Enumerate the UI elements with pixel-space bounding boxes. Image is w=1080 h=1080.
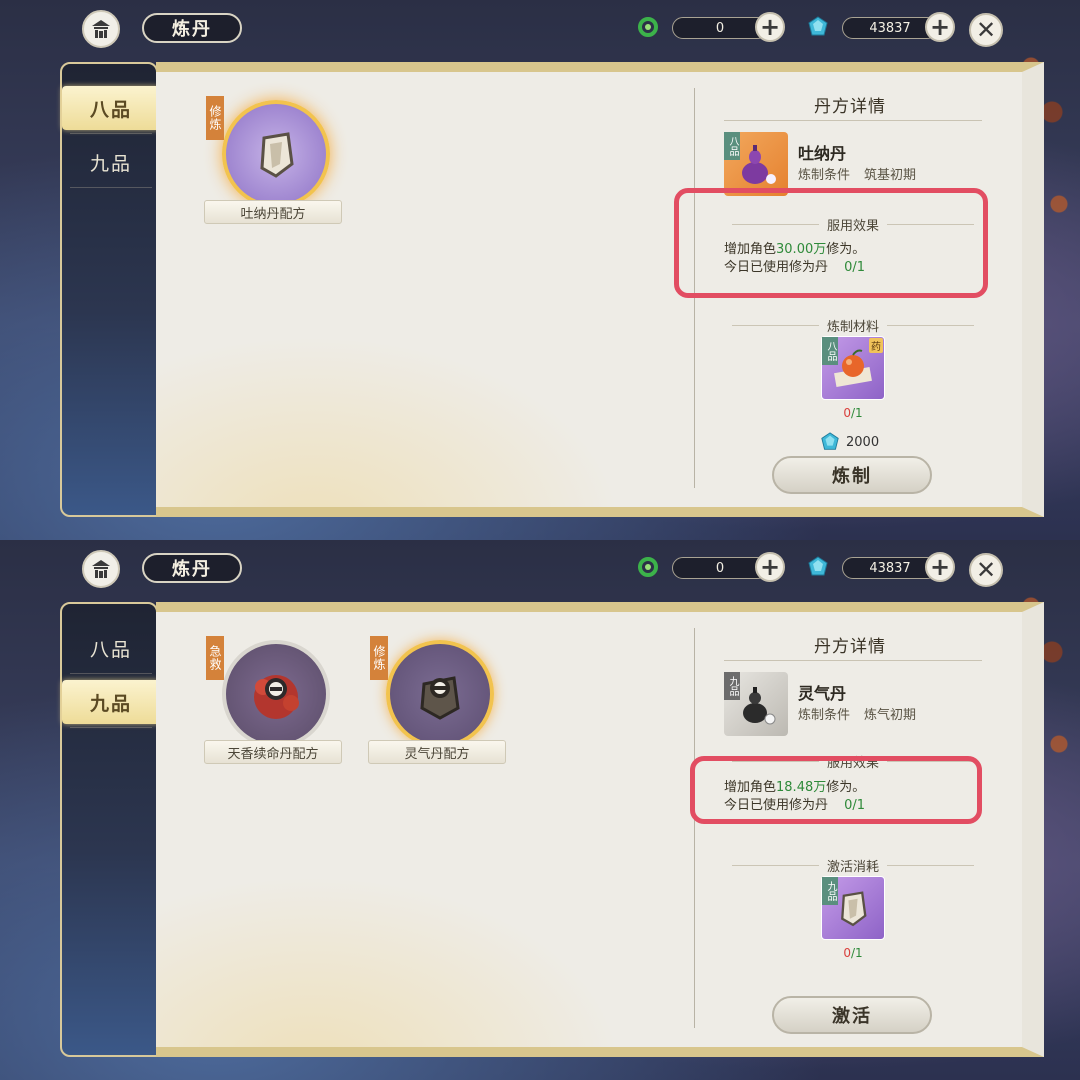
grade-tab-panel: 八品 九品 (60, 602, 160, 1057)
panel-divider (694, 628, 695, 1028)
tab-grade9[interactable]: 九品 (62, 680, 160, 724)
add-jade-button[interactable]: + (755, 12, 785, 42)
crystal-counter: 43837 (842, 557, 938, 579)
page-title: 炼丹 (142, 13, 242, 43)
red-bundle-icon (254, 675, 299, 719)
item-name: 灵气丹 (798, 684, 847, 703)
recipe-category-tag: 修炼 (370, 636, 388, 680)
grade-badge: 九品 (724, 672, 740, 700)
item-icon[interactable]: 九品 (724, 672, 788, 736)
background-swirl (156, 302, 676, 507)
material-count: 0/1 (821, 406, 885, 420)
refine-condition-label: 炼制条件 (798, 708, 851, 723)
activation-cost-header: 激活消耗 (724, 856, 982, 875)
crystal-cost: 2000 (820, 432, 879, 452)
detail-title: 丹方详情 (814, 637, 886, 657)
material-count: 0/1 (821, 946, 885, 960)
jade-counter: 0 (672, 17, 768, 39)
jade-ring-icon (638, 557, 658, 577)
grade-badge: 八品 (724, 132, 740, 160)
home-icon (92, 560, 110, 578)
activate-button[interactable]: 激活 (772, 996, 932, 1034)
add-jade-button[interactable]: + (755, 552, 785, 582)
material-have: 0 (843, 946, 851, 960)
tab-divider (70, 673, 152, 674)
tab-divider (70, 727, 152, 728)
refine-button[interactable]: 炼制 (772, 456, 932, 494)
tab-grade9[interactable]: 九品 (62, 140, 160, 184)
recipe-category-tag: 急救 (206, 636, 224, 680)
refine-condition: 炼制条件 筑基初期 (798, 164, 930, 183)
tab-grade8[interactable]: 八品 (62, 626, 160, 670)
alchemy-screen-grade9: 炼丹 0 + 43837 + ✕ 八品 九品 急救 天香续命丹配方 修炼 灵气丹… (0, 540, 1080, 1080)
material-grade-badge: 八品 (822, 337, 838, 365)
add-crystal-button[interactable]: + (925, 552, 955, 582)
recipe-label: 吐纳丹配方 (204, 200, 342, 224)
refine-condition: 炼制条件 炼气初期 (798, 704, 930, 723)
detail-title-underline (724, 660, 982, 661)
close-button[interactable]: ✕ (969, 13, 1003, 47)
tab-grade8[interactable]: 八品 (62, 86, 160, 130)
jade-counter: 0 (672, 557, 768, 579)
material-need: /1 (850, 406, 863, 420)
close-icon: ✕ (975, 556, 997, 584)
material-have: 0 (843, 406, 851, 420)
scroll-icon (260, 132, 294, 178)
tab-divider (70, 133, 152, 134)
alchemy-screen-grade8: 炼丹 0 + 43837 + ✕ 八品 九品 修炼 吐纳丹配方 丹方详情 八品 … (0, 0, 1080, 540)
highlight-box (690, 756, 982, 824)
material-grade-badge: 九品 (822, 877, 838, 905)
recipe-icon-frame (222, 100, 330, 208)
crystal-counter: 43837 (842, 17, 938, 39)
crystal-cost-value: 2000 (846, 434, 880, 450)
recipe-label: 灵气丹配方 (368, 740, 506, 764)
recipe-card-tianxiang[interactable]: 急救 天香续命丹配方 (200, 636, 342, 766)
material-icon[interactable]: 九品 (821, 876, 885, 940)
item-name: 吐纳丹 (798, 144, 847, 163)
detail-title-underline (724, 120, 982, 121)
material-need: /1 (850, 946, 863, 960)
dark-bundle-icon (420, 676, 460, 720)
close-icon: ✕ (975, 16, 997, 44)
crystal-icon (821, 432, 839, 450)
grade-tab-panel: 八品 九品 (60, 62, 160, 517)
refine-condition-label: 炼制条件 (798, 168, 851, 183)
background-swirl (156, 842, 676, 1047)
tab-divider (70, 187, 152, 188)
item-icon[interactable]: 八品 (724, 132, 788, 196)
recipe-card-lingqi[interactable]: 修炼 灵气丹配方 (364, 636, 506, 766)
home-button[interactable] (82, 10, 120, 48)
material-header: 炼制材料 (724, 316, 982, 335)
main-panel: 急救 天香续命丹配方 修炼 灵气丹配方 丹方详情 九品 灵气丹 炼制条件 炼气初… (156, 602, 1044, 1057)
refine-condition-value: 筑基初期 (864, 168, 917, 183)
recipe-icon-frame (222, 640, 330, 748)
add-crystal-button[interactable]: + (925, 12, 955, 42)
detail-title: 丹方详情 (814, 97, 886, 117)
recipe-category-tag: 修炼 (206, 96, 224, 140)
close-button[interactable]: ✕ (969, 553, 1003, 587)
crystal-icon (808, 16, 828, 36)
material-icon[interactable]: 八品 药 (821, 336, 885, 400)
highlight-box (674, 188, 988, 298)
page-title: 炼丹 (142, 553, 242, 583)
jade-ring-icon (638, 17, 658, 37)
recipe-card-tuna[interactable]: 修炼 吐纳丹配方 (200, 96, 342, 226)
recipe-label: 天香续命丹配方 (204, 740, 342, 764)
crystal-icon (808, 556, 828, 576)
refine-condition-value: 炼气初期 (864, 708, 917, 723)
home-button[interactable] (82, 550, 120, 588)
medicine-tag: 药 (869, 338, 883, 353)
recipe-icon-frame (386, 640, 494, 748)
home-icon (92, 20, 110, 38)
